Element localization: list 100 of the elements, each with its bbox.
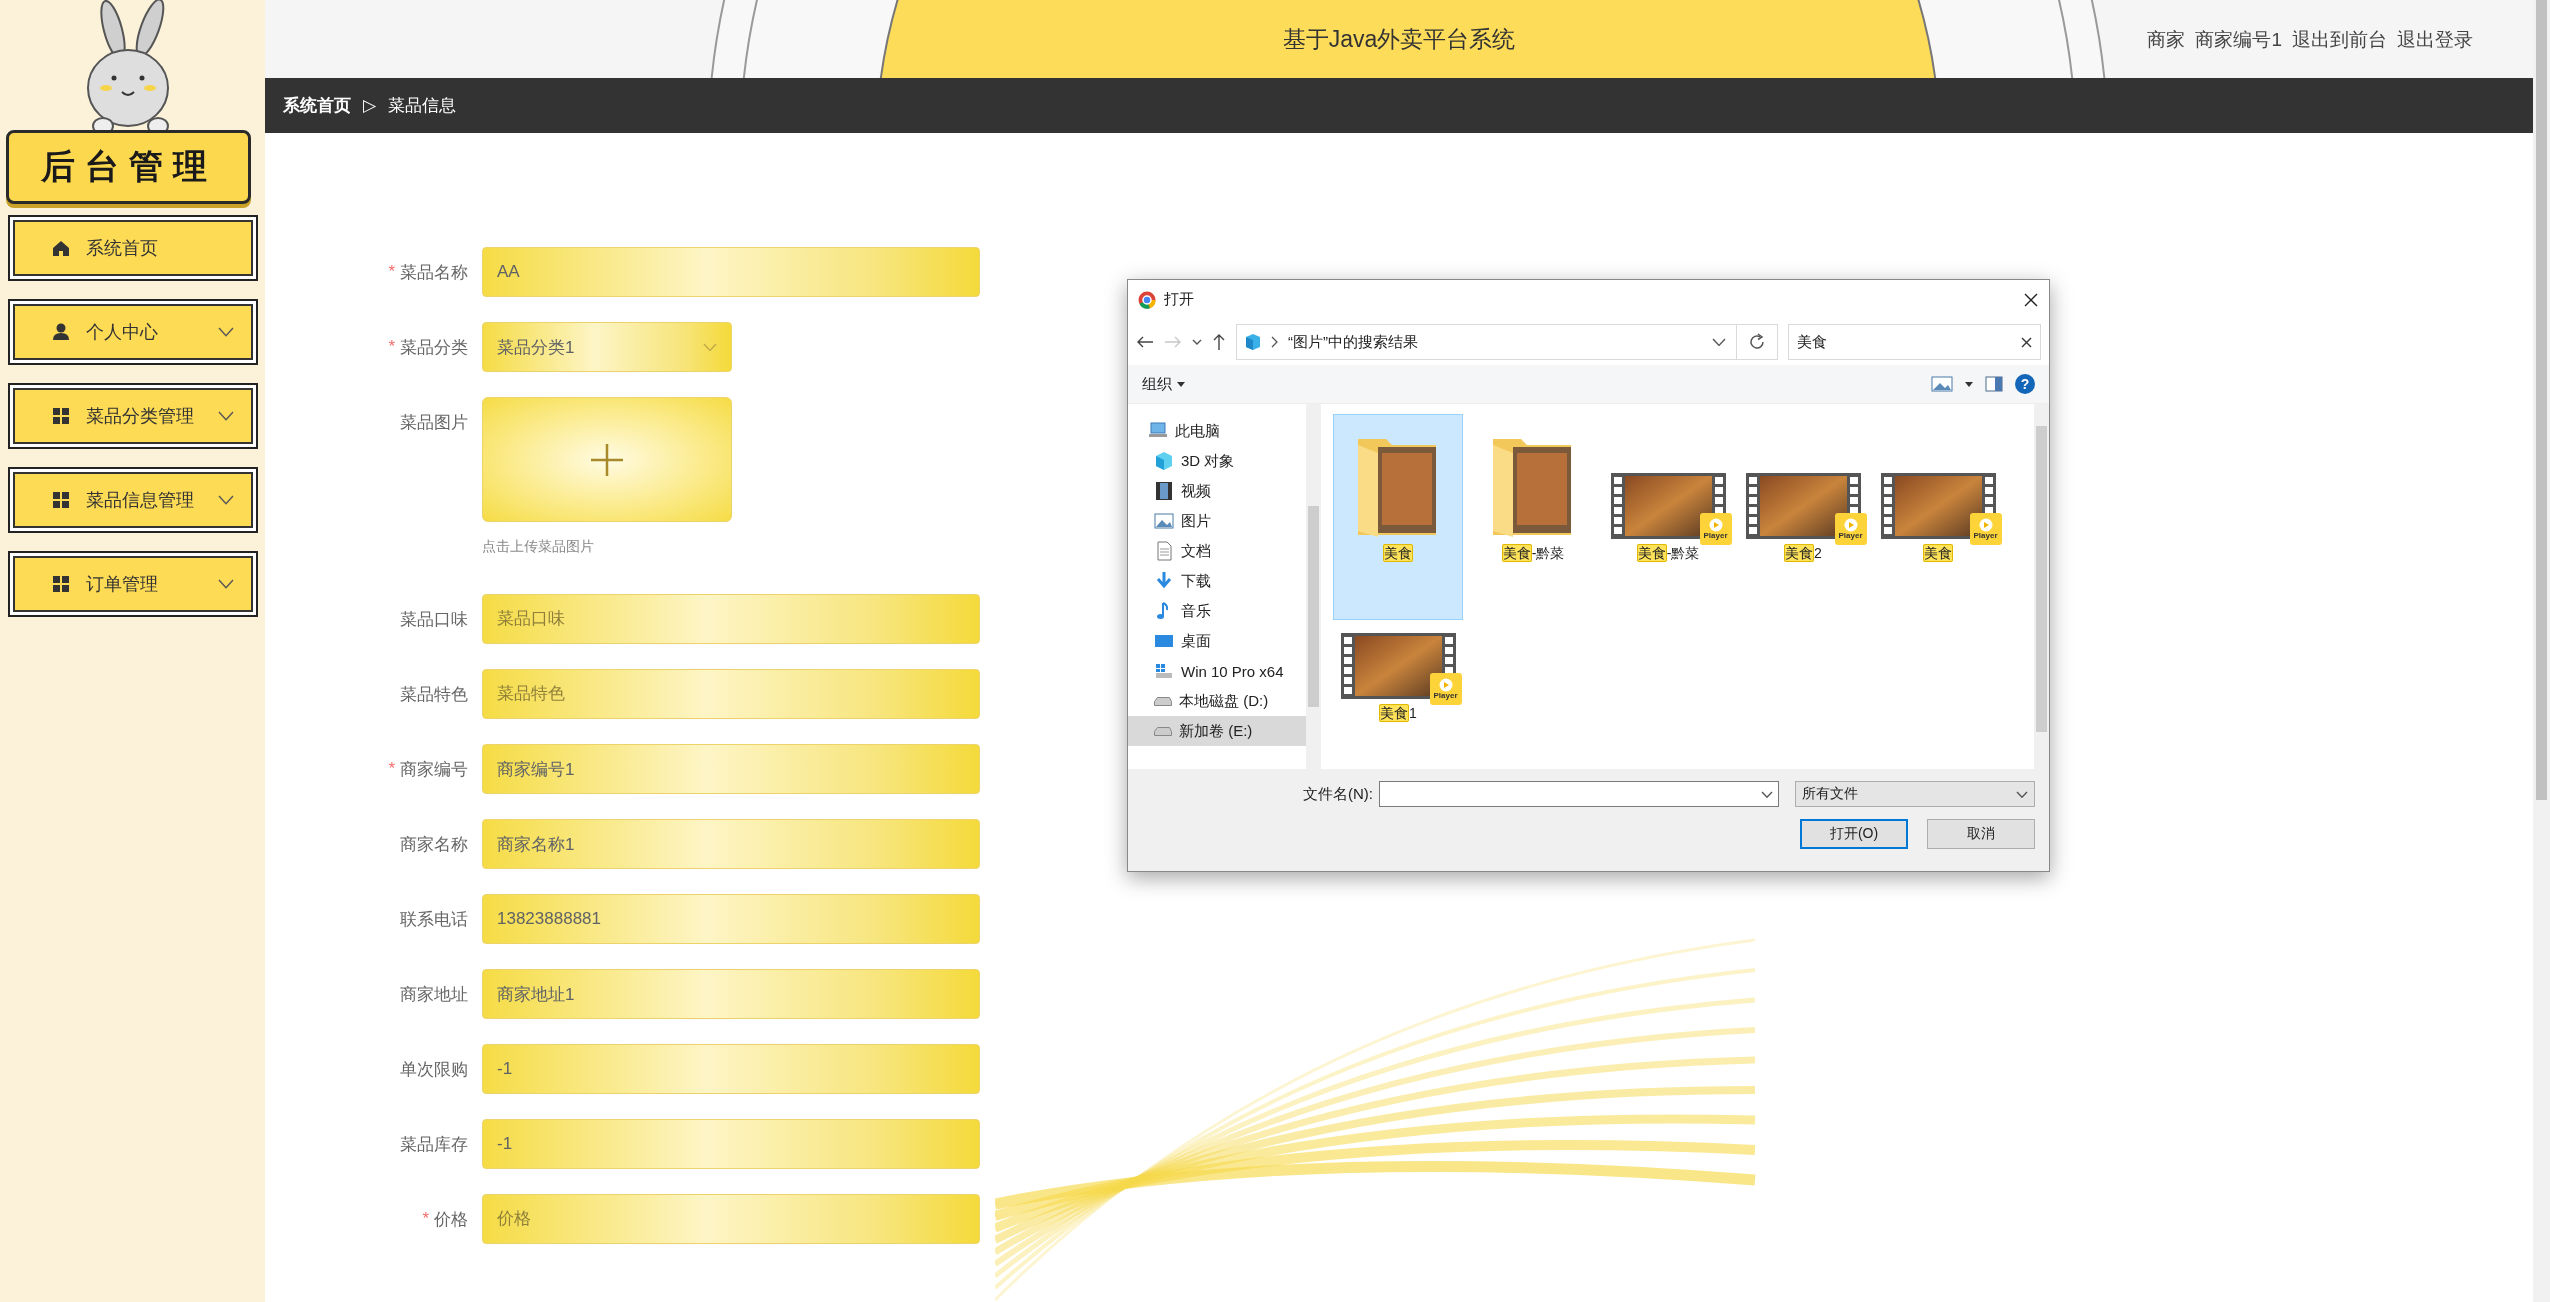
search-field[interactable]: 美食 [1788,324,2041,360]
badge-text: Player [1973,532,1998,540]
menu-item[interactable]: 系统首页 [7,215,258,281]
input-field[interactable]: 商家地址1 [482,969,980,1019]
drive-icon [1154,661,1174,681]
nav-item[interactable]: 桌面 [1128,626,1306,656]
film-icon [1154,481,1174,501]
preview-pane-icon[interactable] [1985,376,2003,392]
address-bar[interactable]: “图片”中的搜索结果 [1236,324,1778,360]
nav-item[interactable]: 此电脑 [1128,416,1306,446]
file-item[interactable]: Player 美食 1 [1333,620,1463,724]
page-title: 基于Java外卖平台系统 [1282,25,1516,54]
input-field[interactable]: AA [482,247,980,297]
input-field[interactable]: 商家名称1 [482,819,980,869]
select-field[interactable]: 菜品分类1 [482,322,732,372]
nav-item[interactable]: 视频 [1128,476,1306,506]
grid-icon [51,491,70,509]
caret-icon[interactable] [1965,381,1973,387]
close-icon[interactable] [2021,336,2032,348]
cube-icon [1245,333,1261,351]
scrollbar[interactable] [1306,404,1321,769]
nav-item[interactable]: 图片 [1128,506,1306,536]
dialog-title: 打开 [1164,290,1195,309]
nav-label: 图片 [1181,511,1211,531]
field-label: 菜品名称 [400,261,468,284]
scrollbar[interactable] [2034,404,2049,769]
header-link[interactable]: 退出登录 [2397,27,2473,53]
nav-item[interactable]: 新加卷 (E:) [1128,716,1306,746]
required-mark: * [388,262,395,282]
chevron-down-icon [1761,791,1773,798]
menu-item[interactable]: 个人中心 [7,299,258,365]
address-text: “图片”中的搜索结果 [1288,332,1419,352]
scrollbar[interactable] [2533,0,2550,1302]
field-label: 菜品口味 [400,608,468,631]
nav-item[interactable]: 本地磁盘 (D:) [1128,686,1306,716]
back-arrow-icon[interactable] [1136,335,1154,349]
nav-item[interactable]: 3D 对象 [1128,446,1306,476]
field-label: 联系电话 [400,908,468,931]
menu-item[interactable]: 订单管理 [7,551,258,617]
close-icon[interactable] [2023,291,2039,308]
file-item[interactable]: 美食 [1333,414,1463,620]
dialog-button[interactable]: 取消 [1927,819,2035,849]
file-name-field[interactable] [1379,781,1779,807]
input-field[interactable]: 商家编号1 [482,744,980,794]
field-label: 单次限购 [400,1058,468,1081]
nav-label: 本地磁盘 (D:) [1179,691,1269,711]
menu-item[interactable]: 菜品分类管理 [7,383,258,449]
download-icon [1154,571,1174,591]
field-label: 菜品图片 [400,411,468,434]
required-mark: * [388,759,395,779]
user-icon [51,323,70,341]
input-field[interactable]: 菜品特色 [482,669,980,719]
input-field[interactable]: -1 [482,1119,980,1169]
organize-label: 组织 [1142,374,1172,394]
up-arrow-icon[interactable] [1212,333,1226,351]
required-mark: * [388,337,395,357]
menu-label: 菜品分类管理 [85,405,195,428]
file-name-label: 文件名(N): [1303,784,1373,804]
header-link[interactable]: 退出到前台 [2292,27,2387,53]
help-button[interactable]: ? [2015,374,2035,394]
menu-item[interactable]: 菜品信息管理 [7,467,258,533]
nav-item[interactable]: 下载 [1128,566,1306,596]
file-type-select[interactable]: 所有文件 [1795,781,2035,807]
input-field[interactable]: 13823888881 [482,894,980,944]
field-label: 商家编号 [400,758,468,781]
drive-icon [1154,696,1172,706]
file-item[interactable]: Player 美食-黔菜 [1603,414,1733,620]
view-icon[interactable] [1931,376,1953,392]
grid-icon [51,407,70,425]
input-field[interactable]: -1 [482,1044,980,1094]
upload-hint: 点击上传菜品图片 [482,538,595,556]
menu-label: 系统首页 [85,237,159,260]
breadcrumb-item[interactable]: 系统首页 [283,94,351,117]
file-name: 美食-黔菜 [1636,545,1700,563]
file-item[interactable]: Player 美食 [1873,414,2003,620]
file-name: 美食 [1923,545,1953,563]
nav-item[interactable]: 文档 [1128,536,1306,566]
caret-icon [1177,381,1185,387]
organize-button[interactable]: 组织 [1142,374,1185,394]
file-item[interactable]: 美食-黔菜 [1468,414,1598,620]
user-name: 商家编号1 [2195,28,2282,52]
file-item[interactable]: Player 美食2 [1738,414,1868,620]
nav-item[interactable]: 音乐 [1128,596,1306,626]
home-icon [51,239,70,257]
badge-text: Player [1433,692,1458,700]
play-icon [1708,518,1723,532]
field-label: 商家地址 [400,983,468,1006]
input-field[interactable]: 价格 [482,1194,980,1244]
dialog-button[interactable]: 打开(O) [1800,819,1908,849]
required-mark: * [422,1209,429,1229]
refresh-icon[interactable] [1748,333,1766,351]
nav-label: 音乐 [1181,601,1211,621]
nav-item[interactable]: Win 10 Pro x64 [1128,656,1306,686]
nav-label: 此电脑 [1175,421,1220,441]
field-label: 菜品特色 [400,683,468,706]
input-field[interactable]: 菜品口味 [482,594,980,644]
nav-label: 下载 [1181,571,1211,591]
field-label: 价格 [434,1208,468,1231]
app-icon [1138,290,1156,309]
chevron-down-icon [703,343,717,351]
